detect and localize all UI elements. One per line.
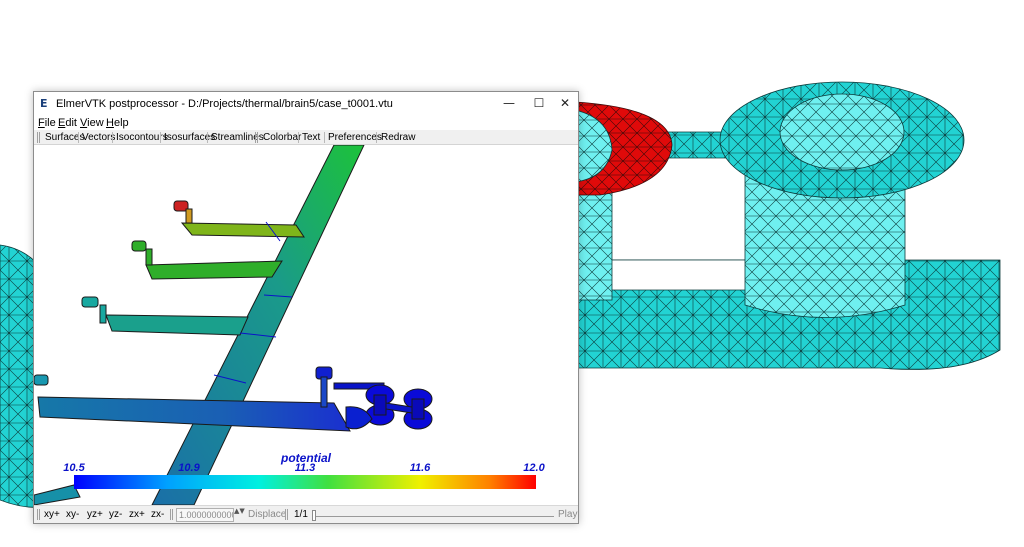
- toolbar-separator: [376, 132, 377, 143]
- view-xy-plus-button[interactable]: xy+: [44, 508, 60, 522]
- colorbar-label: 11.6: [410, 462, 431, 474]
- window-title: ElmerVTK postprocessor - D:/Projects/the…: [56, 98, 393, 110]
- frame-slider-track[interactable]: [314, 516, 554, 517]
- view-zx-minus-button[interactable]: zx-: [151, 508, 164, 522]
- app-window: E ElmerVTK postprocessor - D:/Projects/t…: [33, 91, 579, 524]
- colorbar-label: 11.3: [295, 462, 316, 474]
- statusbar-grip[interactable]: [37, 509, 40, 520]
- elmer-app-icon: E: [40, 97, 48, 110]
- menu-bar: File Edit View Help: [34, 116, 578, 130]
- statusbar-grip[interactable]: [170, 509, 173, 520]
- view-xy-minus-button[interactable]: xy-: [66, 508, 79, 522]
- menu-view[interactable]: View: [80, 116, 104, 130]
- statusbar-grip[interactable]: [285, 509, 288, 520]
- menu-file[interactable]: File: [38, 116, 56, 130]
- menu-edit[interactable]: Edit: [58, 116, 77, 130]
- redraw-button[interactable]: Redraw: [381, 130, 415, 145]
- toolbar-separator: [160, 132, 161, 143]
- text-button[interactable]: Text: [302, 130, 320, 145]
- preferences-button[interactable]: Preferences: [328, 130, 382, 145]
- colorbar-label: 10.9: [178, 462, 200, 474]
- toolbar-grip[interactable]: [37, 132, 40, 143]
- displace-scale-spinner[interactable]: ▲▼: [234, 508, 245, 522]
- colorbar-button[interactable]: Colorbar: [263, 130, 301, 145]
- view-yz-minus-button[interactable]: yz-: [109, 508, 122, 522]
- toolbar-separator: [298, 132, 299, 143]
- play-button[interactable]: Play: [558, 508, 577, 522]
- colorbar-label: 10.5: [63, 462, 85, 474]
- frame-slider-thumb[interactable]: [312, 510, 316, 521]
- toolbar-grip[interactable]: [255, 132, 258, 143]
- title-bar[interactable]: E ElmerVTK postprocessor - D:/Projects/t…: [34, 92, 578, 116]
- colorbar-label: 12.0: [523, 462, 545, 474]
- toolbar-separator: [112, 132, 113, 143]
- menu-help[interactable]: Help: [106, 116, 129, 130]
- toolbar-separator: [324, 132, 325, 143]
- displace-scale-input[interactable]: [176, 508, 234, 522]
- displace-button[interactable]: Displace: [248, 508, 286, 522]
- main-toolbar: Surfaces Vectors Isocontours Isosurfaces…: [34, 130, 578, 145]
- colorbar-gradient: [74, 475, 536, 489]
- view-yz-plus-button[interactable]: yz+: [87, 508, 103, 522]
- toolbar-separator: [207, 132, 208, 143]
- render-viewport[interactable]: potential 10.5 10.9 11.3 11.6 12.0: [34, 145, 578, 505]
- colorbar: potential 10.5 10.9 11.3 11.6 12.0: [63, 451, 546, 489]
- view-zx-plus-button[interactable]: zx+: [129, 508, 145, 522]
- toolbar-separator: [78, 132, 79, 143]
- potential-field-render: potential 10.5 10.9 11.3 11.6 12.0: [34, 145, 546, 505]
- frame-counter: 1/1: [294, 509, 308, 520]
- close-button[interactable]: ✕: [548, 92, 582, 116]
- minimize-button[interactable]: —: [492, 92, 526, 116]
- status-bar: xy+ xy- yz+ yz- zx+ zx- ▲▼ Displace 1/1 …: [34, 505, 578, 523]
- vectors-button[interactable]: Vectors: [82, 130, 115, 145]
